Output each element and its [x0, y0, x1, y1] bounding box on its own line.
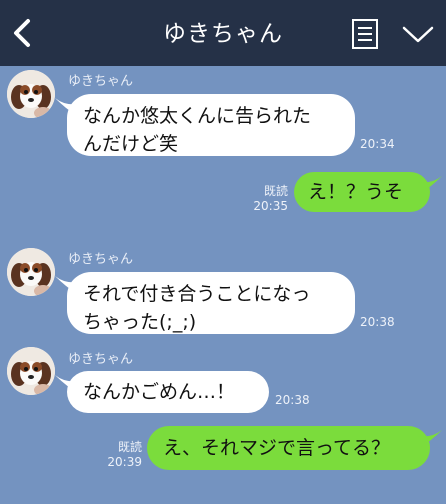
read-receipt: 既読: [263, 184, 288, 198]
dog-avatar-icon: [7, 248, 55, 296]
message-time: 20:38: [360, 315, 395, 329]
message-bubble-incoming[interactable]: なんか悠太くんに告られた んだけど笑: [55, 94, 355, 156]
avatar[interactable]: [7, 70, 55, 118]
message-text: なんか悠太くんに告られた んだけど笑: [83, 105, 312, 155]
message-bubble-incoming[interactable]: それで付き合うことになっ ちゃった(;_;): [55, 272, 355, 334]
message-text: え！？うそ: [308, 181, 404, 203]
memo-button[interactable]: [350, 16, 380, 52]
note-icon: [352, 19, 378, 49]
message-time: 20:38: [275, 393, 310, 407]
message-time: 20:39: [107, 455, 142, 469]
dog-avatar-icon: [7, 70, 55, 118]
message-time: 20:35: [253, 199, 288, 213]
chevron-left-icon: [14, 19, 30, 47]
menu-button[interactable]: [400, 20, 436, 48]
message-meta: 既読 20:39: [106, 440, 142, 470]
avatar[interactable]: [7, 347, 55, 395]
sender-name: ゆきちゃん: [68, 74, 134, 89]
message-bubble-outgoing[interactable]: え！？うそ: [294, 172, 442, 212]
message-text: それで付き合うことになっ ちゃった(;_;): [83, 283, 311, 333]
chevron-down-icon: [402, 26, 434, 43]
avatar[interactable]: [7, 248, 55, 296]
sender-name: ゆきちゃん: [68, 252, 134, 267]
message-text: え、それマジで言ってる？: [163, 437, 391, 459]
sender-name: ゆきちゃん: [68, 352, 134, 367]
message-text: なんかごめん…！: [83, 381, 236, 403]
dog-avatar-icon: [7, 347, 55, 395]
chat-header: ゆきちゃん: [0, 0, 446, 66]
message-bubble-incoming[interactable]: なんかごめん…！: [55, 371, 269, 413]
back-button[interactable]: [6, 14, 40, 52]
message-time: 20:34: [360, 137, 395, 151]
message-meta: 既読 20:35: [252, 184, 288, 214]
read-receipt: 既読: [117, 440, 142, 454]
message-bubble-outgoing[interactable]: え、それマジで言ってる？: [147, 426, 442, 470]
